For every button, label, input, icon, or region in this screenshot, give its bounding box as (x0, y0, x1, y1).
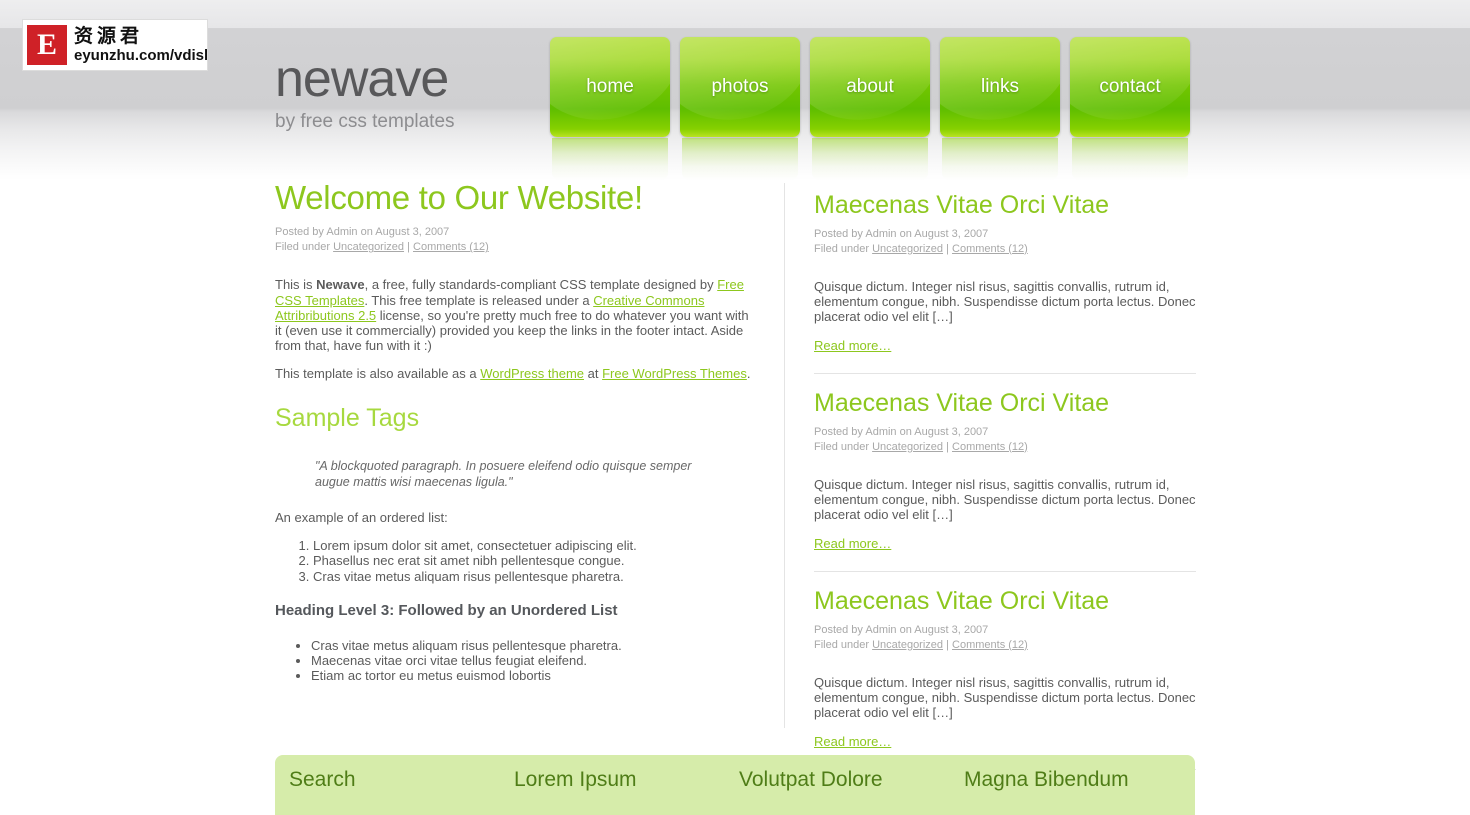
logo-url-text: eyunzhu.com/vdisk (74, 46, 208, 64)
read-more-wrap: Read more… (814, 337, 1196, 355)
post-meta-filed: Filed under Uncategorized | Comments (12… (814, 638, 1196, 653)
meta-separator: | (943, 638, 953, 651)
list-item: Cras vitae metus aliquam risus pellentes… (311, 638, 755, 653)
sidebar-post-title: Maecenas Vitae Orci Vitae (814, 389, 1110, 418)
post-meta-filed: Filed under Uncategorized | Comments (12… (275, 240, 755, 255)
paragraph-text-part: . This free template is released under a (364, 292, 594, 308)
filed-under-label: Filed under (275, 241, 334, 254)
brand-block: newave by free css templates (275, 50, 535, 133)
site-footer: Search Lorem Ipsum Volutpat Dolore Magna… (275, 755, 1195, 815)
filed-under-label: Filed under (814, 638, 873, 651)
category-link[interactable]: Uncategorized (872, 441, 943, 453)
meta-separator: | (943, 242, 953, 255)
sidebar-post-title: Maecenas Vitae Orci Vitae (814, 191, 1110, 219)
comments-link[interactable]: Comments (12) (952, 441, 1028, 453)
read-more-link[interactable]: Read more… (814, 338, 891, 353)
sidebar-column: Maecenas Vitae Orci Vitae Posted by Admi… (814, 191, 1196, 771)
header-top-strip (0, 0, 1470, 28)
comments-link[interactable]: Comments (12) (952, 639, 1028, 651)
sidebar-post-excerpt: Quisque dictum. Integer nisl risus, sagi… (814, 278, 1196, 324)
read-more-link[interactable]: Read more… (814, 536, 891, 551)
nav-label: links (980, 76, 1019, 97)
comments-link[interactable]: Comments (12) (413, 241, 489, 253)
sample-tags-section: Sample Tags "A blockquoted paragraph. In… (275, 403, 755, 684)
category-link[interactable]: Uncategorized (872, 243, 943, 255)
list-item: Lorem ipsum dolor sit amet, consectetuer… (313, 538, 755, 553)
list-item: Phasellus nec erat sit amet nibh pellent… (313, 553, 755, 568)
filed-under-label: Filed under (814, 440, 873, 453)
list-item: Maecenas vitae orci vitae tellus feugiat… (311, 653, 755, 668)
comments-link[interactable]: Comments (12) (952, 243, 1028, 255)
sidebar-divider (814, 571, 1196, 573)
list-item: Cras vitae metus aliquam risus pellentes… (313, 569, 755, 584)
free-wordpress-themes-link[interactable]: Free WordPress Themes (602, 366, 747, 381)
sidebar-post: Maecenas Vitae Orci Vitae Posted by Admi… (814, 191, 1196, 355)
heading-level-3: Heading Level 3: Followed by an Unordere… (275, 601, 618, 619)
nav-item-contact[interactable]: contact (1070, 37, 1190, 180)
blockquote: "A blockquoted paragraph. In posuere ele… (315, 459, 692, 489)
sample-tags-heading: Sample Tags (275, 403, 420, 432)
site-title: newave (275, 50, 449, 108)
paragraph-text-part: . (746, 366, 751, 382)
site-tagline: by free css templates (275, 111, 455, 133)
main-column: Welcome to Our Website! Posted by Admin … (275, 179, 755, 684)
paragraph-text-part: This is (275, 277, 317, 293)
sidebar-post: Maecenas Vitae Orci Vitae Posted by Admi… (814, 390, 1196, 553)
read-more-wrap: Read more… (814, 733, 1196, 751)
sidebar-post: Maecenas Vitae Orci Vitae Posted by Admi… (814, 588, 1196, 751)
post-meta-filed: Filed under Uncategorized | Comments (12… (814, 440, 1196, 455)
sidebar-post-excerpt: Quisque dictum. Integer nisl risus, sagi… (814, 674, 1196, 721)
sidebar-post-meta: Posted by Admin on August 3, 2007 Filed … (814, 623, 1196, 653)
post-meta-author: Posted by Admin on August 3, 2007 (814, 425, 989, 438)
post-meta-author: Posted by Admin on August 3, 2007 (275, 226, 450, 239)
nav-item-photos[interactable]: photos (680, 37, 800, 180)
nav-label: photos (711, 76, 769, 97)
wordpress-theme-link[interactable]: WordPress theme (480, 366, 584, 381)
post-meta-filed: Filed under Uncategorized | Comments (12… (814, 242, 1196, 257)
paragraph-text-part: at (584, 366, 603, 382)
sidebar-post-meta: Posted by Admin on August 3, 2007 Filed … (814, 425, 1196, 455)
category-link[interactable]: Uncategorized (333, 241, 404, 253)
paragraph-text-part: , a free, fully standards-compliant CSS … (364, 277, 718, 293)
post-meta: Posted by Admin on August 3, 2007 Filed … (275, 225, 755, 255)
logo-mark-letter: E (36, 28, 57, 61)
post-meta-author: Posted by Admin on August 3, 2007 (814, 227, 989, 240)
category-link[interactable]: Uncategorized (872, 639, 943, 651)
sidebar-divider (814, 373, 1196, 375)
read-more-link[interactable]: Read more… (814, 734, 891, 749)
column-divider (784, 183, 785, 728)
sidebar-post-title: Maecenas Vitae Orci Vitae (814, 587, 1110, 616)
nav-item-links[interactable]: links (940, 37, 1060, 180)
meta-separator: | (404, 241, 414, 254)
intro-paragraph: This is Newave, a free, fully standards-… (275, 277, 755, 353)
logo-mark-icon: E (27, 25, 67, 65)
main-navigation: home photos about links contact (550, 37, 1200, 180)
main-post: Welcome to Our Website! Posted by Admin … (275, 179, 755, 382)
site-logo[interactable]: E 资源君 eyunzhu.com/vdisk (22, 19, 208, 71)
ordered-list-intro: An example of an ordered list: (275, 510, 448, 526)
page-title: Welcome to Our Website! (275, 179, 643, 216)
nav-label: contact (1099, 76, 1161, 97)
nav-item-home[interactable]: home (550, 37, 670, 180)
list-item: Etiam ac tortor eu metus euismod loborti… (311, 668, 755, 683)
filed-under-label: Filed under (814, 242, 873, 255)
sidebar-post-meta: Posted by Admin on August 3, 2007 Filed … (814, 227, 1196, 257)
nav-label: about (846, 76, 894, 97)
sidebar-post-excerpt: Quisque dictum. Integer nisl risus, sagi… (814, 476, 1196, 523)
logo-chinese-text: 资源君 (74, 24, 144, 47)
content-area: Welcome to Our Website! Posted by Admin … (0, 179, 1470, 780)
wordpress-paragraph: This template is also available as a Wor… (275, 366, 755, 381)
nav-item-about[interactable]: about (810, 37, 930, 180)
read-more-wrap: Read more… (814, 535, 1196, 553)
post-meta-author: Posted by Admin on August 3, 2007 (814, 623, 989, 636)
meta-separator: | (943, 440, 953, 453)
nav-label: home (586, 76, 634, 97)
unordered-list: Cras vitae metus aliquam risus pellentes… (275, 638, 755, 684)
paragraph-text-part: This template is also available as a (275, 366, 481, 382)
ordered-list: Lorem ipsum dolor sit amet, consectetuer… (275, 538, 755, 584)
newave-strong: Newave (316, 277, 365, 293)
logo-text-block: 资源君 eyunzhu.com/vdisk (74, 24, 208, 64)
